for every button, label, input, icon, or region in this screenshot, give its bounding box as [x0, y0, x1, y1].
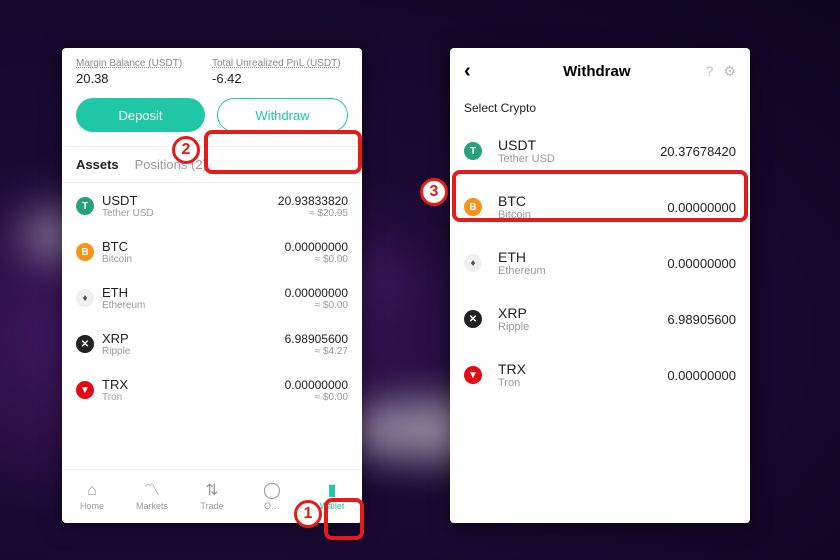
asset-amount: 0.00000000 — [285, 286, 348, 300]
btc-icon: B — [464, 198, 482, 216]
crypto-symbol: TRX — [498, 361, 667, 377]
nav-o[interactable]: ◯ O… — [242, 470, 302, 523]
crypto-row-usdt[interactable]: T USDTTether USD20.37678420 — [464, 123, 736, 179]
asset-symbol: BTC — [102, 239, 285, 254]
trx-icon: ▼ — [76, 381, 94, 399]
asset-amount: 6.98905600 — [285, 332, 348, 346]
crypto-fullname: Ethereum — [498, 265, 667, 277]
deposit-button[interactable]: Deposit — [76, 98, 205, 132]
asset-usd: ≈ $0.00 — [285, 254, 348, 265]
asset-usd: ≈ $4.27 — [285, 346, 348, 357]
asset-row-trx[interactable]: ▼ TRXTron0.00000000≈ $0.00 — [76, 367, 348, 413]
crypto-row-trx[interactable]: ▼ TRXTron0.00000000 — [464, 347, 736, 403]
asset-amount: 0.00000000 — [285, 378, 348, 392]
crypto-amount: 0.00000000 — [667, 256, 736, 271]
nav-home[interactable]: ⌂ Home — [62, 470, 122, 523]
unrealized-pnl-label: Total Unrealized PnL (USDT) — [212, 58, 348, 69]
crypto-fullname: Bitcoin — [498, 209, 667, 221]
eth-icon: ♦ — [76, 289, 94, 307]
unrealized-pnl-value: -6.42 — [212, 71, 348, 86]
asset-fullname: Bitcoin — [102, 254, 285, 265]
settings-icon[interactable]: ⚙ — [723, 63, 736, 80]
crypto-symbol: BTC — [498, 193, 667, 209]
nav-icon: ▮ — [328, 483, 337, 499]
nav-icon: ⇅ — [205, 483, 218, 499]
asset-row-eth[interactable]: ♦ ETHEthereum0.00000000≈ $0.00 — [76, 275, 348, 321]
margin-balance-value: 20.38 — [76, 71, 212, 86]
nav-icon: ⌂ — [87, 483, 97, 499]
asset-fullname: Tron — [102, 392, 285, 403]
asset-fullname: Ethereum — [102, 300, 285, 311]
crypto-amount: 0.00000000 — [667, 368, 736, 383]
tab-assets[interactable]: Assets — [76, 157, 119, 172]
asset-usd: ≈ $20.95 — [278, 208, 348, 219]
crypto-row-btc[interactable]: B BTCBitcoin0.00000000 — [464, 179, 736, 235]
nav-label: Wallet — [320, 501, 345, 511]
usdt-icon: T — [76, 197, 94, 215]
asset-row-xrp[interactable]: ✕ XRPRipple6.98905600≈ $4.27 — [76, 321, 348, 367]
asset-usd: ≈ $0.00 — [285, 300, 348, 311]
xrp-icon: ✕ — [464, 310, 482, 328]
crypto-amount: 0.00000000 — [667, 200, 736, 215]
xrp-icon: ✕ — [76, 335, 94, 353]
crypto-row-xrp[interactable]: ✕ XRPRipple6.98905600 — [464, 291, 736, 347]
crypto-fullname: Ripple — [498, 321, 667, 333]
asset-fullname: Ripple — [102, 346, 285, 357]
crypto-fullname: Tether USD — [498, 153, 660, 165]
select-crypto-label: Select Crypto — [450, 95, 750, 123]
asset-usd: ≈ $0.00 — [285, 392, 348, 403]
nav-icon: ◯ — [263, 483, 281, 499]
withdraw-screen: ‹ Withdraw ? ⚙ Select Crypto T USDTTether… — [450, 48, 750, 523]
crypto-list: TUSDTTether USD20.37678420BBTCBitcoin0.0… — [450, 123, 750, 523]
back-button[interactable]: ‹ — [464, 60, 488, 83]
crypto-symbol: ETH — [498, 249, 667, 265]
nav-markets[interactable]: 〽 Markets — [122, 470, 182, 523]
wallet-screen: Margin Balance (USDT) 20.38 Total Unreal… — [62, 48, 362, 523]
asset-symbol: TRX — [102, 377, 285, 392]
btc-icon: B — [76, 243, 94, 261]
crypto-row-eth[interactable]: ♦ ETHEthereum0.00000000 — [464, 235, 736, 291]
crypto-fullname: Tron — [498, 377, 667, 389]
balance-header: Margin Balance (USDT) 20.38 Total Unreal… — [62, 48, 362, 94]
asset-row-btc[interactable]: B BTCBitcoin0.00000000≈ $0.00 — [76, 229, 348, 275]
eth-icon: ♦ — [464, 254, 482, 272]
nav-label: Trade — [200, 501, 223, 511]
tab-positions[interactable]: Positions (2) — [135, 157, 207, 172]
asset-amount: 20.93833820 — [278, 194, 348, 208]
page-title: Withdraw — [488, 63, 706, 80]
asset-list: T USDTTether USD20.93833820≈ $20.95 B BTCBi… — [62, 183, 362, 469]
nav-trade[interactable]: ⇅ Trade — [182, 470, 242, 523]
usdt-icon: T — [464, 142, 482, 160]
crypto-symbol: USDT — [498, 137, 660, 153]
asset-symbol: XRP — [102, 331, 285, 346]
nav-label: Markets — [136, 501, 168, 511]
callout-badge-3: 3 — [420, 178, 448, 206]
help-icon[interactable]: ? — [706, 63, 714, 80]
margin-balance-label: Margin Balance (USDT) — [76, 58, 212, 69]
asset-row-usdt[interactable]: T USDTTether USD20.93833820≈ $20.95 — [76, 183, 348, 229]
asset-symbol: USDT — [102, 193, 278, 208]
crypto-amount: 6.98905600 — [667, 312, 736, 327]
withdraw-button[interactable]: Withdraw — [217, 98, 348, 132]
asset-amount: 0.00000000 — [285, 240, 348, 254]
nav-label: O… — [264, 501, 280, 511]
asset-fullname: Tether USD — [102, 208, 278, 219]
crypto-amount: 20.37678420 — [660, 144, 736, 159]
crypto-symbol: XRP — [498, 305, 667, 321]
trx-icon: ▼ — [464, 366, 482, 384]
nav-wallet[interactable]: ▮ Wallet — [302, 470, 362, 523]
bottom-nav: ⌂ Home 〽 Markets ⇅ Trade ◯ O… ▮ Wallet — [62, 469, 362, 523]
asset-symbol: ETH — [102, 285, 285, 300]
nav-icon: 〽 — [144, 483, 160, 499]
nav-label: Home — [80, 501, 104, 511]
